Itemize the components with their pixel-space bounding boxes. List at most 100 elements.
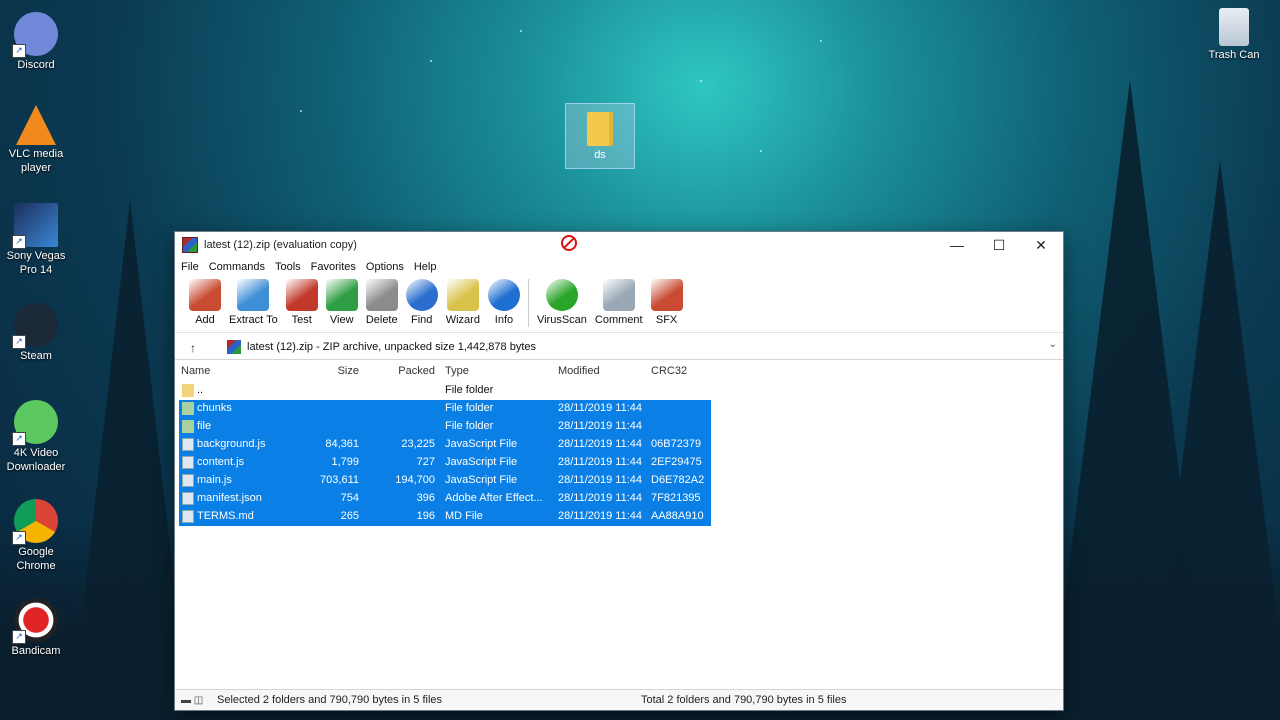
toolbar-view-button[interactable]: View (325, 276, 358, 326)
chevron-down-icon[interactable]: ⌄ (1049, 339, 1057, 350)
close-button[interactable]: ✕ (1019, 232, 1063, 258)
file-row[interactable]: file File folder 28/11/2019 11:44 (179, 418, 711, 436)
file-row[interactable]: manifest.json 754 396 Adobe After Effect...… (179, 490, 711, 508)
view-book-icon (325, 279, 358, 311)
desktop-icon-label: Sony Vegas Pro 14 (6, 250, 66, 276)
file-name: chunks (197, 402, 232, 414)
path-dropdown[interactable]: latest (12).zip - ZIP archive, unpacked … (223, 338, 1061, 356)
file-size: 265 (340, 510, 359, 522)
steam-icon: ↗ (12, 303, 58, 349)
desktop-icon-label: VLC media player (8, 148, 64, 174)
zip-archive-icon (227, 340, 241, 354)
toolbar-separator (527, 279, 529, 327)
maximize-button[interactable]: ☐ (977, 232, 1021, 258)
toolbar-wizard-button[interactable]: Wizard (446, 276, 480, 326)
column-packed[interactable]: Packed (371, 365, 435, 377)
file-type: JavaScript File (445, 474, 518, 486)
menu-bar: File Commands Tools Favorites Options Help (175, 258, 1063, 276)
file-modified: 28/11/2019 11:44 (558, 510, 643, 522)
toolbar-button-label: SFX (655, 314, 678, 326)
file-crc: 2EF29475 (651, 456, 702, 468)
file-name: background.js (197, 438, 266, 450)
column-crc32[interactable]: CRC32 (651, 365, 687, 377)
file-row[interactable]: content.js 1,799 727 JavaScript File 28/11/2… (179, 454, 711, 472)
column-type[interactable]: Type (445, 365, 469, 377)
toolbar-test-button[interactable]: Test (285, 276, 318, 326)
desktop-icon-label: Google Chrome (16, 546, 56, 572)
desktop-folder-ds[interactable]: ds (565, 103, 635, 169)
toolbar-info-button[interactable]: Info (487, 276, 520, 326)
folder-icon (182, 384, 194, 397)
desktop-icon-label: ds (594, 149, 606, 161)
minimize-button[interactable]: — (935, 232, 979, 258)
file-crc: D6E782A2 (651, 474, 705, 486)
desktop-icon-label: Trash Can (1208, 49, 1260, 61)
desktop-icon-trash-can[interactable]: Trash Can (1198, 8, 1270, 62)
column-size[interactable]: Size (315, 365, 359, 377)
column-name[interactable]: Name (181, 365, 210, 377)
menu-favorites[interactable]: Favorites (307, 261, 362, 273)
delete-trash-icon (365, 279, 398, 311)
toolbar-virusscan-button[interactable]: VirusScan (537, 276, 587, 326)
desktop-icon-google-chrome[interactable]: ↗ Google Chrome (0, 499, 72, 573)
file-type: File folder (445, 402, 494, 414)
toolbar-button-label: Wizard (445, 314, 480, 326)
file-row[interactable]: TERMS.md 265 196 MD File 28/11/2019 11:44 AA8… (179, 508, 711, 526)
file-icon (182, 492, 194, 505)
desktop-icon-vlc[interactable]: VLC media player (0, 105, 72, 175)
menu-tools[interactable]: Tools (271, 261, 307, 273)
toolbar-comment-button[interactable]: Comment (595, 276, 643, 326)
file-packed: 23,225 (401, 438, 435, 450)
desktop-icon-label: Discord (17, 59, 55, 71)
test-checklist-icon (285, 279, 318, 311)
file-packed: 396 (416, 492, 435, 504)
wizard-wand-icon (446, 279, 479, 311)
discord-icon: ↗ (12, 12, 58, 58)
file-row[interactable]: .. File folder (179, 382, 1063, 400)
vlc-cone-icon (16, 105, 56, 145)
menu-help[interactable]: Help (410, 261, 443, 273)
file-crc: AA88A910 (651, 510, 704, 522)
desktop-icon-discord[interactable]: ↗ Discord (0, 12, 72, 72)
file-row[interactable]: main.js 703,611 194,700 JavaScript File 28/1… (179, 472, 711, 490)
folder-icon (587, 112, 613, 146)
folder-icon (182, 402, 194, 415)
path-text: latest (12).zip - ZIP archive, unpacked … (247, 341, 537, 353)
toolbar-sfx-button[interactable]: SFX (650, 276, 683, 326)
toolbar-find-button[interactable]: Find (405, 276, 438, 326)
desktop-icon-4k-video-downloader[interactable]: ↗ 4K Video Downloader (0, 400, 72, 474)
desktop-icon-bandicam[interactable]: ↗ Bandicam (0, 598, 72, 658)
file-modified: 28/11/2019 11:44 (558, 438, 643, 450)
desktop-icon-label: 4K Video Downloader (6, 447, 66, 473)
file-name: file (197, 420, 212, 432)
menu-options[interactable]: Options (362, 261, 410, 273)
toolbar-extract-to-button[interactable]: Extract To (229, 276, 278, 326)
file-packed: 196 (416, 510, 435, 522)
file-row[interactable]: chunks File folder 28/11/2019 11:44 (179, 400, 711, 418)
winrar-app-icon (182, 237, 198, 253)
file-modified: 28/11/2019 11:44 (558, 474, 643, 486)
menu-commands[interactable]: Commands (205, 261, 271, 273)
toolbar-button-label: Test (291, 314, 312, 326)
toolbar-button-label: Add (195, 314, 215, 326)
up-arrow-icon[interactable]: ↑ (175, 341, 211, 355)
folder-icon (182, 420, 194, 433)
column-modified[interactable]: Modified (558, 365, 600, 377)
file-row[interactable]: background.js 84,361 23,225 JavaScript File… (179, 436, 711, 454)
file-name: main.js (197, 474, 232, 486)
extract-folder-icon (237, 279, 270, 311)
chrome-icon: ↗ (12, 499, 58, 545)
status-bar: ▬ ◫ Selected 2 folders and 790,790 bytes… (175, 689, 1063, 710)
desktop-icon-steam[interactable]: ↗ Steam (0, 303, 72, 363)
file-size: 1,799 (331, 456, 359, 468)
title-bar[interactable]: latest (12).zip (evaluation copy) — ☐ ✕ (175, 232, 1063, 258)
desktop-icon-sony-vegas[interactable]: ↗ Sony Vegas Pro 14 (0, 203, 72, 277)
comment-icon (602, 279, 635, 311)
sfx-icon (650, 279, 683, 311)
file-type: MD File (445, 510, 483, 522)
file-icon (182, 456, 194, 469)
toolbar-add-button[interactable]: Add (189, 276, 221, 326)
menu-file[interactable]: File (177, 261, 205, 273)
status-selected: Selected 2 folders and 790,790 bytes in … (217, 694, 443, 706)
toolbar-delete-button[interactable]: Delete (365, 276, 398, 326)
